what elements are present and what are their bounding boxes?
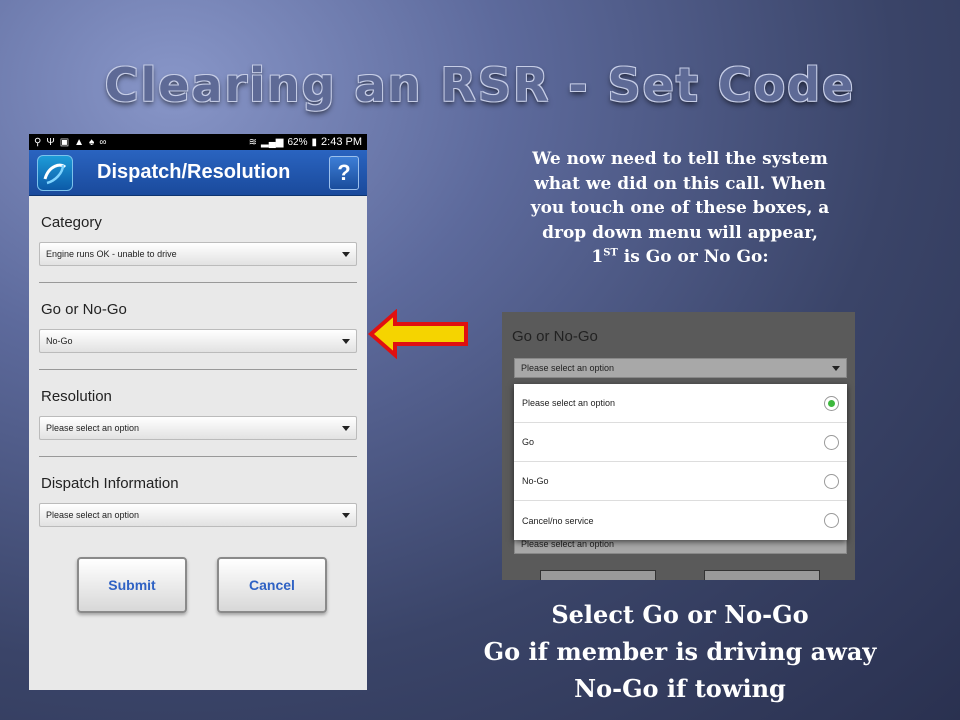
status-bar: ⚲ Ψ ▣ ▲ ♠ ∞ ≋ ▂▄▆ 62% ▮ 2:43 PM <box>29 134 367 150</box>
dispatch-form: Category Engine runs OK - unable to driv… <box>29 214 367 613</box>
dropdown-field-label: Go or No-Go <box>512 328 598 345</box>
option-label: Go <box>522 437 535 447</box>
instructions-line: 1ST is Go or No Go: <box>470 245 890 270</box>
dispatch-info-select[interactable]: Please select an option <box>39 503 357 527</box>
dropdown-submit-button[interactable] <box>540 570 656 580</box>
dropdown-arrow-icon <box>832 365 840 371</box>
app-logo-icon[interactable] <box>37 154 73 191</box>
battery-percent: 62% <box>287 136 308 148</box>
resolution-select[interactable]: Please select an option <box>39 416 357 440</box>
divider <box>39 369 357 370</box>
ordinal-suffix: ST <box>603 247 618 259</box>
ordinal-number: 1 <box>591 247 604 267</box>
submit-button[interactable]: Submit <box>77 557 187 613</box>
instructions-line-rest: is Go or No Go: <box>617 247 769 267</box>
image-icon: ▣ <box>59 136 70 148</box>
warning-icon: ▲ <box>74 136 85 148</box>
dropdown-arrow-icon <box>342 425 350 431</box>
dropdown-option-no-go[interactable]: No-Go <box>514 462 847 501</box>
radio-selected-icon[interactable] <box>824 395 839 411</box>
dropdown-option-go[interactable]: Go <box>514 423 847 462</box>
car-icon: ♠ <box>89 136 95 148</box>
usb-icon: Ψ <box>46 136 55 148</box>
dispatch-info-value: Please select an option <box>46 510 140 520</box>
dropdown-screenshot: Go or No-Go Please select an option Plea… <box>502 312 855 580</box>
resolution-value: Please select an option <box>46 423 140 433</box>
pointer-arrow-icon <box>367 309 468 359</box>
dropdown-option-cancel-no-service[interactable]: Cancel/no service <box>514 501 847 540</box>
divider <box>39 456 357 457</box>
slide-title: Clearing an RSR - Set Code <box>104 58 856 112</box>
signal-icon: ▂▄▆ <box>261 136 284 148</box>
radio-icon[interactable] <box>824 513 839 528</box>
dropdown-select-value: Please select an option <box>521 363 615 373</box>
dropdown-arrow-icon <box>342 512 350 518</box>
battery-icon: ▮ <box>311 136 318 148</box>
radio-icon[interactable] <box>824 473 839 489</box>
dropdown-arrow-icon <box>342 251 350 257</box>
instructions-line: what we did on this call. When <box>534 173 826 194</box>
dropdown-menu: Please select an option Go No-Go Cancel/… <box>514 384 847 540</box>
phone-screenshot: ⚲ Ψ ▣ ▲ ♠ ∞ ≋ ▂▄▆ 62% ▮ 2:43 PM Dispatch… <box>29 134 367 690</box>
app-title: Dispatch/Resolution <box>97 161 291 183</box>
option-label: Cancel/no service <box>522 515 594 526</box>
resolution-label: Resolution <box>41 388 112 405</box>
caption-line: No-Go if towing <box>574 674 786 703</box>
instructions-line: drop down menu will appear, <box>542 222 818 243</box>
voicemail-icon: ∞ <box>99 136 107 148</box>
category-select[interactable]: Engine runs OK - unable to drive <box>39 242 357 266</box>
form-buttons: Submit Cancel <box>39 557 357 613</box>
option-label: Please select an option <box>522 398 616 408</box>
app-bar: Dispatch/Resolution ? <box>29 150 367 196</box>
radio-icon[interactable] <box>824 434 839 450</box>
clock: 2:43 PM <box>321 136 362 148</box>
dropdown-option-please-select[interactable]: Please select an option <box>514 384 847 423</box>
go-no-go-label: Go or No-Go <box>41 301 127 318</box>
category-value: Engine runs OK - unable to drive <box>46 249 177 259</box>
go-no-go-select[interactable]: No-Go <box>39 329 357 353</box>
category-label: Category <box>41 214 102 231</box>
divider <box>39 282 357 283</box>
dropdown-cancel-button[interactable] <box>704 570 820 580</box>
dropdown-select[interactable]: Please select an option <box>514 358 847 378</box>
location-icon: ⚲ <box>34 136 42 148</box>
cancel-button[interactable]: Cancel <box>217 557 327 613</box>
caption-line: Go if member is driving away <box>483 637 877 666</box>
dispatch-info-label: Dispatch Information <box>41 475 179 492</box>
wifi-icon: ≋ <box>248 136 258 148</box>
instructions-line: you touch one of these boxes, a <box>530 198 830 218</box>
dropdown-bottom-select-value: Please select an option <box>521 539 615 549</box>
instructions-text: We now need to tell the system what we d… <box>470 147 890 270</box>
dropdown-arrow-icon <box>342 338 350 344</box>
caption-line: Select Go or No-Go <box>551 600 809 629</box>
option-label: No-Go <box>522 476 549 486</box>
help-button[interactable]: ? <box>329 155 359 190</box>
instructions-line: We now need to tell the system <box>532 149 828 169</box>
go-no-go-value: No-Go <box>46 336 73 346</box>
dropdown-bottom-buttons <box>540 570 820 580</box>
caption-text: Select Go or No-Go Go if member is drivi… <box>400 596 960 707</box>
